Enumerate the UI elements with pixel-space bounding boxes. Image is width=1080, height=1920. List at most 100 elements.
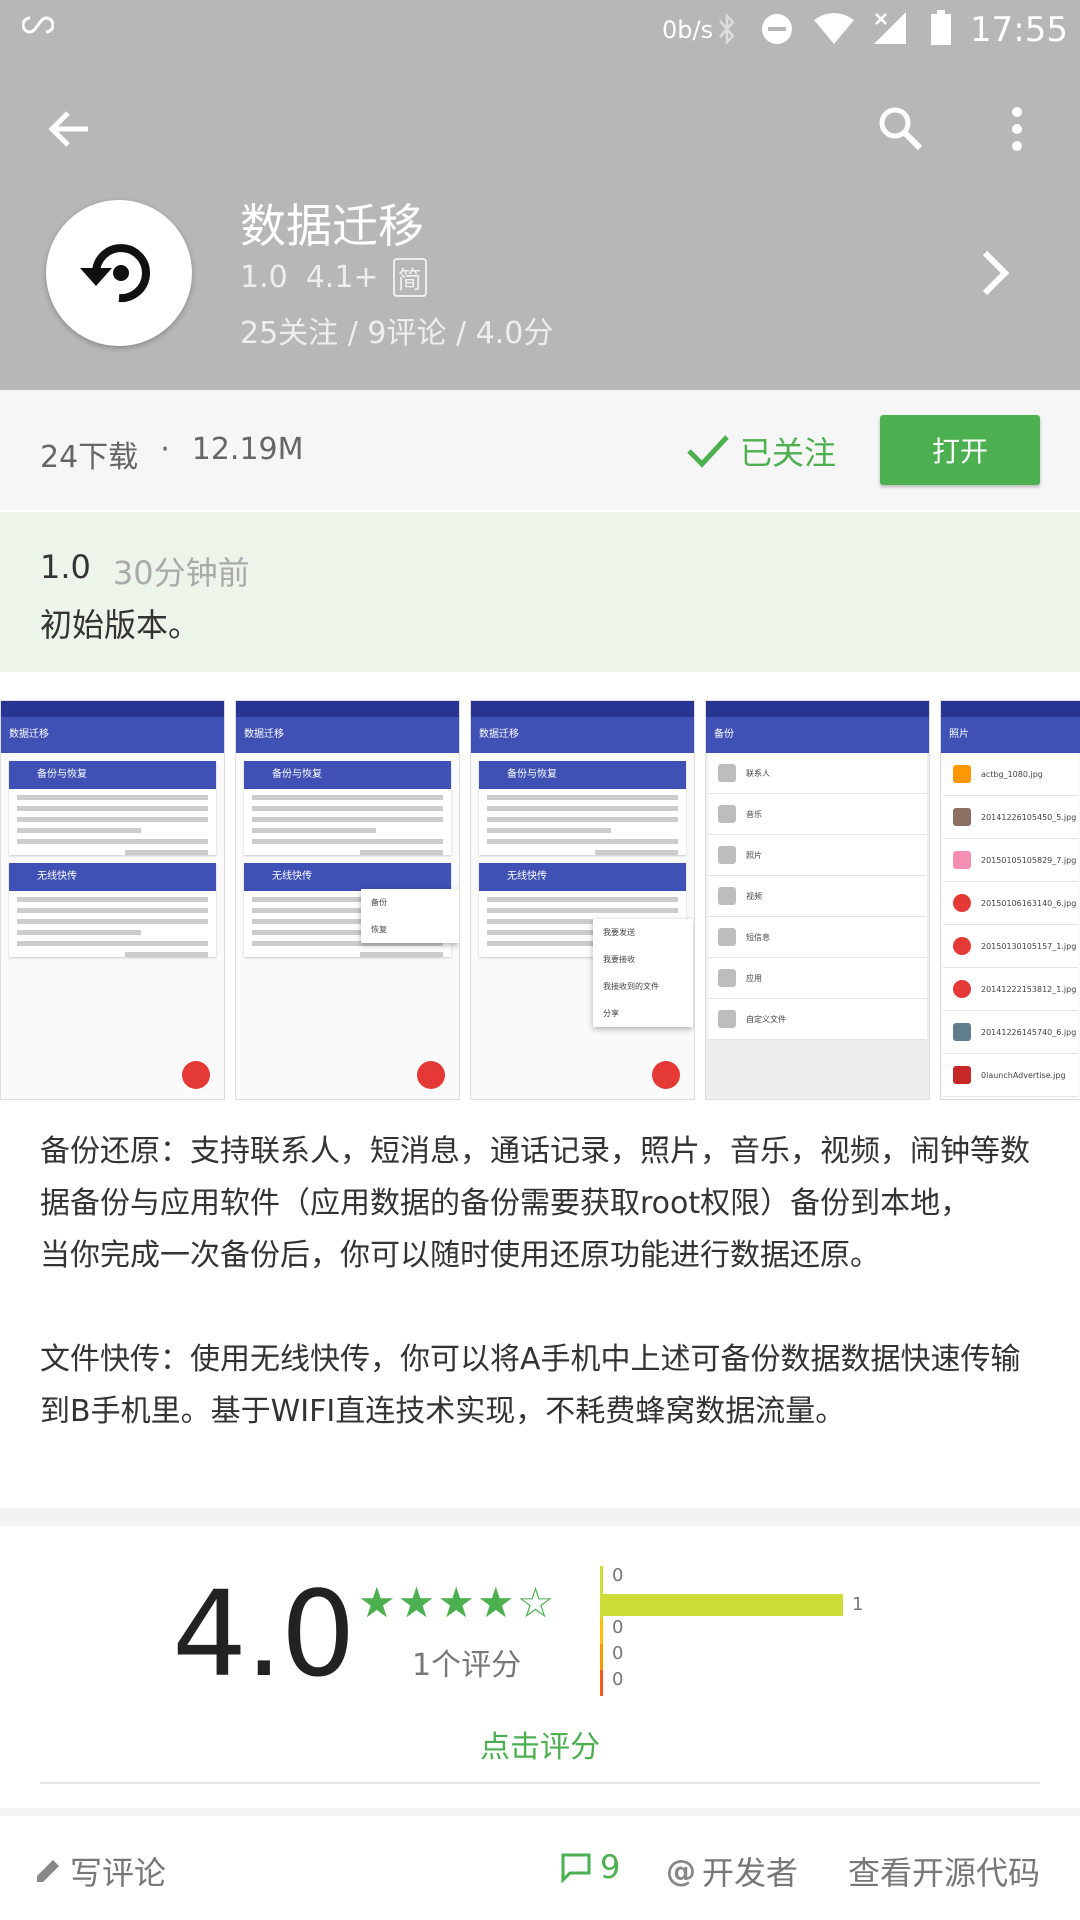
description-paragraph: 当你完成一次备份后，你可以随时使用还原功能进行数据还原。 bbox=[40, 1238, 880, 1273]
comment-icon bbox=[561, 1853, 591, 1883]
menu-item: 恢复 bbox=[371, 925, 387, 934]
rating-bar-label: 0 bbox=[612, 1617, 624, 1638]
rating-bar-label: 0 bbox=[612, 1643, 624, 1664]
menu-item: 分享 bbox=[603, 1009, 619, 1018]
list-item: 20141222153812_1.jpg bbox=[943, 968, 1078, 1011]
dnd-icon bbox=[760, 12, 794, 50]
app-icon bbox=[46, 200, 192, 346]
screenshot-2[interactable]: 数据迁移 备份与恢复 无线快传 备份 恢复 bbox=[235, 700, 460, 1100]
arrow-back-icon bbox=[48, 111, 88, 147]
restore-icon bbox=[80, 244, 150, 303]
comments-count: 9 bbox=[600, 1848, 621, 1886]
comments-button[interactable]: 9 bbox=[560, 1848, 620, 1886]
list-item: 联系人 bbox=[708, 753, 927, 794]
menu-item: 我要发送 bbox=[603, 928, 635, 937]
rating-axis-segment bbox=[600, 1618, 603, 1644]
rating-bar-label: 0 bbox=[612, 1669, 624, 1690]
clock: 17:55 bbox=[970, 10, 1068, 50]
pencil-icon bbox=[37, 1860, 59, 1882]
menu-item: 备份 bbox=[371, 898, 387, 907]
list-item: 视频 bbox=[708, 876, 927, 917]
followed-button[interactable]: 已关注 bbox=[686, 428, 836, 474]
description-paragraph: 文件快传：使用无线快传，你可以将A手机中上述可备份数据数据快速传输到B手机里。基… bbox=[40, 1342, 1021, 1429]
star-filled-icon: ★ bbox=[397, 1578, 438, 1627]
changelog-version: 1.0 bbox=[40, 548, 91, 586]
rating-distribution: 0 1 0 0 0 bbox=[600, 1564, 864, 1696]
developer-label: 开发者 bbox=[702, 1854, 799, 1892]
open-button[interactable]: 打开 bbox=[880, 415, 1040, 485]
write-review-button[interactable]: 写评论 bbox=[34, 1848, 166, 1894]
star-filled-icon: ★ bbox=[358, 1578, 398, 1627]
developer-button[interactable]: @ 开发者 bbox=[666, 1848, 798, 1894]
app-meta: 1.0 4.1+ 简 bbox=[240, 258, 427, 297]
screenshot-title: 备份 bbox=[706, 717, 929, 753]
popup-menu: 我要发送 我要接收 我接收到的文件 分享 bbox=[593, 919, 693, 1027]
menu-item: 我接收到的文件 bbox=[603, 982, 659, 991]
app-description: 备份还原：支持联系人，短消息，通话记录，照片，音乐，视频，闹钟等数据备份与应用软… bbox=[40, 1126, 1040, 1438]
screenshot-3[interactable]: 数据迁移 备份与恢复 无线快传 我要发送 我要接收 我接收到的文件 分享 bbox=[470, 700, 695, 1100]
section-divider bbox=[0, 1508, 1080, 1526]
popup-menu: 备份 恢复 bbox=[361, 889, 459, 943]
list-item: 20141226105450_5.jpg bbox=[943, 796, 1078, 839]
status-bar bbox=[1, 701, 224, 717]
back-button[interactable] bbox=[46, 106, 92, 156]
infinity-icon bbox=[21, 14, 55, 40]
rating-count: 1个评分 bbox=[412, 1648, 522, 1683]
card-title: 备份与恢复 bbox=[9, 761, 216, 789]
list-item: 20141226145740_6.jpg bbox=[943, 1011, 1078, 1054]
screenshot-title: 照片 bbox=[941, 717, 1080, 753]
list-item: 自定义文件 bbox=[708, 999, 927, 1040]
app-version: 1.0 bbox=[240, 260, 288, 295]
rating-bar bbox=[603, 1594, 843, 1616]
backup-card: 备份与恢复 bbox=[479, 761, 686, 855]
screenshot-5[interactable]: 照片 actbg_1080.jpg 20141226105450_5.jpg 2… bbox=[940, 700, 1080, 1100]
divider bbox=[0, 1808, 1080, 1816]
download-count: 24下载 bbox=[40, 440, 139, 475]
card-title: 备份与恢复 bbox=[479, 761, 686, 789]
signal-icon bbox=[872, 10, 908, 50]
screenshot-title: 数据迁移 bbox=[471, 717, 694, 753]
screenshot-1[interactable]: 数据迁移 备份与恢复 无线快传 bbox=[0, 700, 225, 1100]
changelog-header: 1.0 30分钟前 bbox=[40, 548, 250, 594]
view-source-label: 查看开源代码 bbox=[848, 1854, 1041, 1892]
card-title: 无线快传 bbox=[9, 863, 216, 891]
help-fab bbox=[417, 1061, 445, 1089]
changelog-time: 30分钟前 bbox=[112, 554, 250, 592]
search-button[interactable] bbox=[876, 104, 924, 156]
list-item: 20150106163140_6.jpg bbox=[943, 882, 1078, 925]
rating-stars: ★★★★☆ bbox=[358, 1578, 556, 1627]
screenshot-4[interactable]: 备份 联系人 音乐 照片 视频 短信息 应用 自定义文件 bbox=[705, 700, 930, 1100]
app-detail-button[interactable] bbox=[980, 248, 1010, 302]
help-fab bbox=[652, 1061, 680, 1089]
star-empty-icon: ☆ bbox=[516, 1578, 557, 1627]
card-title: 备份与恢复 bbox=[244, 761, 451, 789]
view-source-button[interactable]: 查看开源代码 bbox=[848, 1848, 1040, 1894]
rating-axis-segment bbox=[600, 1670, 603, 1696]
list-item: 音乐 bbox=[708, 794, 927, 835]
star-filled-icon: ★ bbox=[476, 1578, 517, 1627]
wifi-icon bbox=[812, 12, 856, 50]
rating-bar-label: 1 bbox=[852, 1594, 864, 1615]
divider bbox=[40, 1782, 1040, 1784]
followed-label: 已关注 bbox=[740, 434, 837, 472]
min-android: 4.1+ bbox=[305, 260, 379, 295]
help-fab bbox=[182, 1061, 210, 1089]
write-review-label: 写评论 bbox=[70, 1854, 167, 1892]
changelog-text: 初始版本。 bbox=[40, 606, 201, 644]
bluetooth-icon bbox=[716, 12, 738, 50]
search-icon bbox=[879, 107, 923, 151]
rate-button[interactable]: 点击评分 bbox=[0, 1722, 1080, 1766]
description-paragraph: 备份还原：支持联系人，短消息，通话记录，照片，音乐，视频，闹钟等数据备份与应用软… bbox=[40, 1134, 1030, 1221]
check-icon bbox=[687, 435, 729, 468]
backup-card: 备份与恢复 bbox=[244, 761, 451, 855]
app-name: 数据迁移 bbox=[240, 199, 424, 253]
list-item: 应用 bbox=[708, 958, 927, 999]
list-item: 短信息 bbox=[708, 917, 927, 958]
card-title: 无线快传 bbox=[244, 863, 451, 891]
more-options-button[interactable] bbox=[1010, 106, 1024, 156]
app-stats: 25关注 / 9评论 / 4.0分 bbox=[240, 316, 554, 351]
chevron-right-icon bbox=[982, 250, 1010, 296]
screenshot-title: 数据迁移 bbox=[1, 717, 224, 753]
menu-item: 我要接收 bbox=[603, 955, 635, 964]
list-item: 照片 bbox=[708, 835, 927, 876]
